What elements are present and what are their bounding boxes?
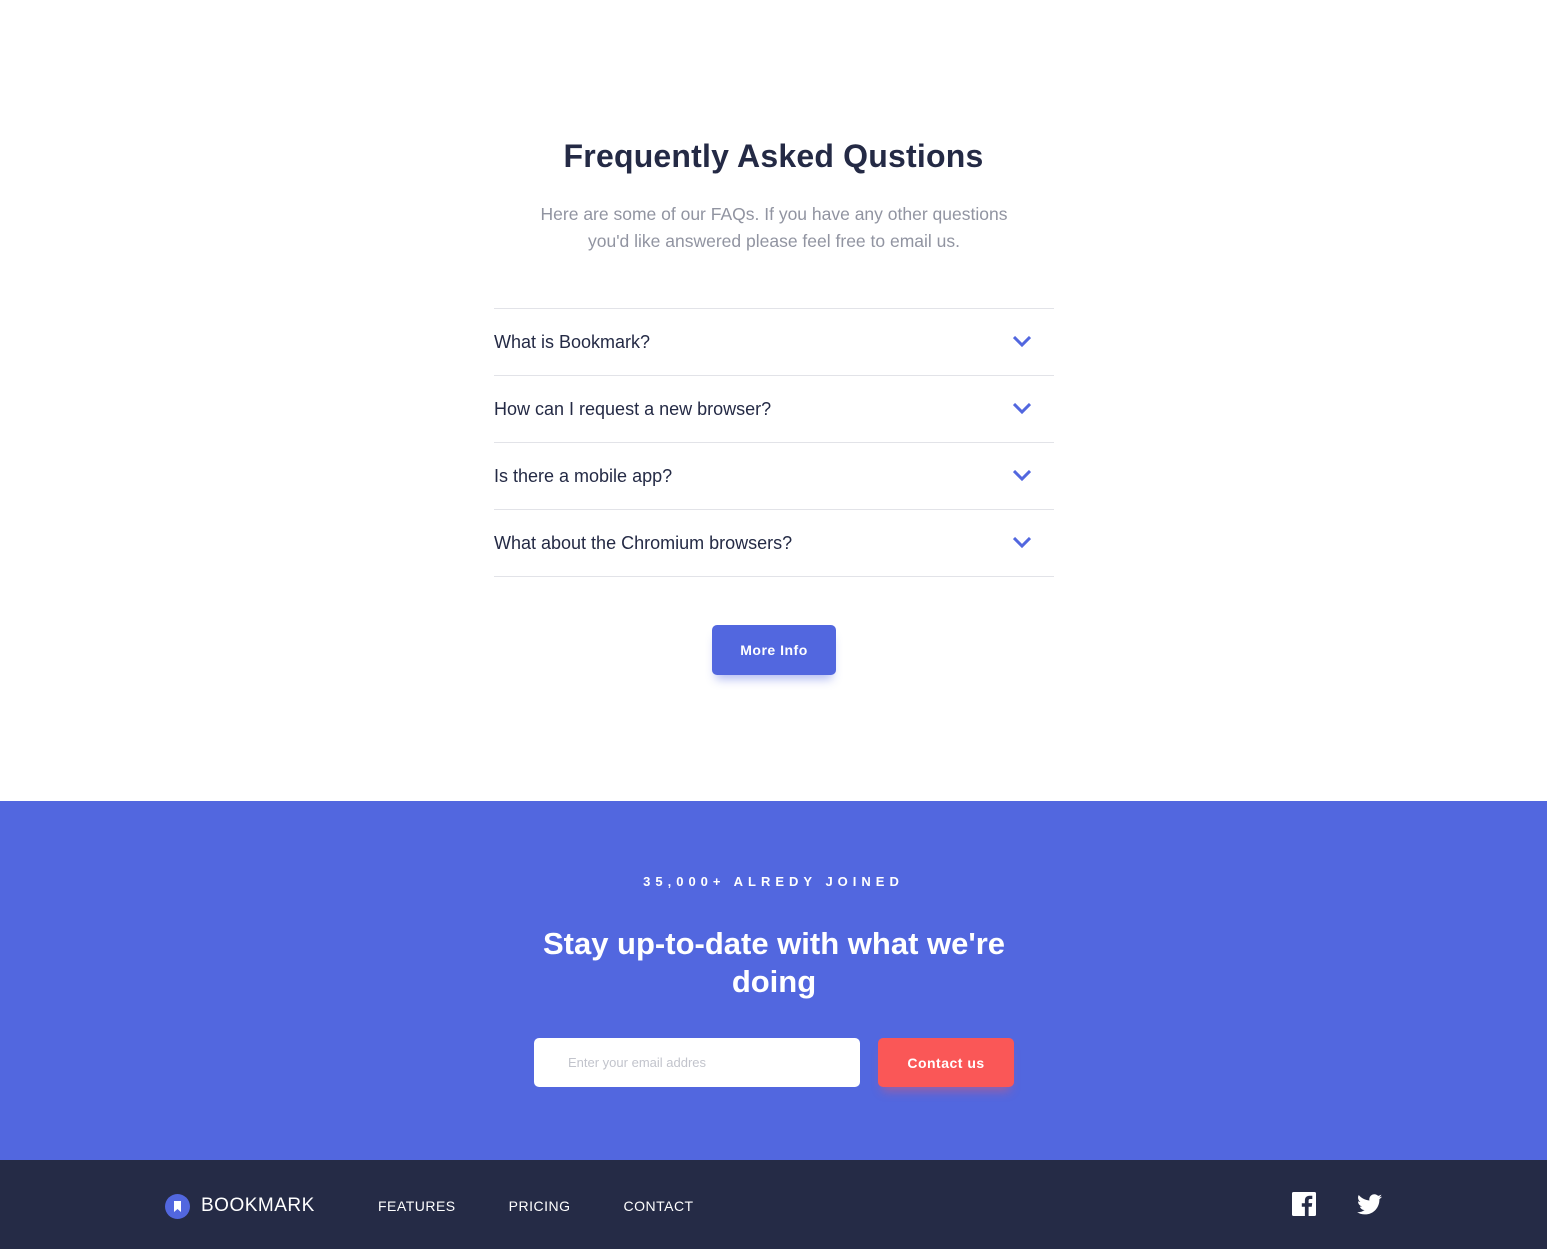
joined-count-label: 35,000+ ALREDY JOINED: [643, 874, 904, 889]
footer-link-contact[interactable]: CONTACT: [623, 1198, 693, 1214]
newsletter-heading: Stay up-to-date with what we're doing: [542, 926, 1006, 999]
faq-title: Frequently Asked Qustions: [563, 138, 984, 174]
faq-item-chromium[interactable]: What about the Chromium browsers?: [494, 510, 1054, 577]
faq-question: Is there a mobile app?: [494, 465, 673, 486]
footer-link-features[interactable]: FEATURES: [378, 1198, 456, 1214]
footer-nav: FEATURES PRICING CONTACT: [378, 1198, 747, 1214]
email-field[interactable]: [534, 1038, 860, 1087]
twitter-icon[interactable]: [1357, 1194, 1382, 1215]
logo[interactable]: BOOKMARK: [165, 1192, 315, 1220]
chevron-down-icon: [1013, 403, 1031, 415]
faq-list: What is Bookmark? How can I request a ne…: [494, 308, 1054, 577]
more-info-button[interactable]: More Info: [712, 625, 836, 675]
bookmark-logo-icon: [165, 1193, 190, 1219]
faq-question: How can I request a new browser?: [494, 398, 772, 419]
chevron-down-icon: [1013, 537, 1031, 549]
footer-link-pricing[interactable]: PRICING: [509, 1198, 571, 1214]
faq-question: What is Bookmark?: [494, 331, 651, 352]
chevron-down-icon: [1013, 336, 1031, 348]
faq-item-what-is-bookmark[interactable]: What is Bookmark?: [494, 309, 1054, 376]
facebook-icon[interactable]: [1292, 1192, 1316, 1216]
faq-item-mobile-app[interactable]: Is there a mobile app?: [494, 443, 1054, 510]
faq-subtitle: Here are some of our FAQs. If you have a…: [540, 204, 1008, 251]
chevron-down-icon: [1013, 470, 1031, 482]
newsletter-section: 35,000+ ALREDY JOINED Stay up-to-date wi…: [0, 801, 1547, 1160]
contact-us-button[interactable]: Contact us: [878, 1038, 1014, 1087]
logo-text: BOOKMARK: [201, 1195, 315, 1216]
faq-question: What about the Chromium browsers?: [494, 532, 793, 553]
footer: BOOKMARK FEATURES PRICING CONTACT: [0, 1160, 1547, 1249]
faq-section: Frequently Asked Qustions Here are some …: [0, 0, 1547, 801]
faq-item-request-browser[interactable]: How can I request a new browser?: [494, 376, 1054, 443]
